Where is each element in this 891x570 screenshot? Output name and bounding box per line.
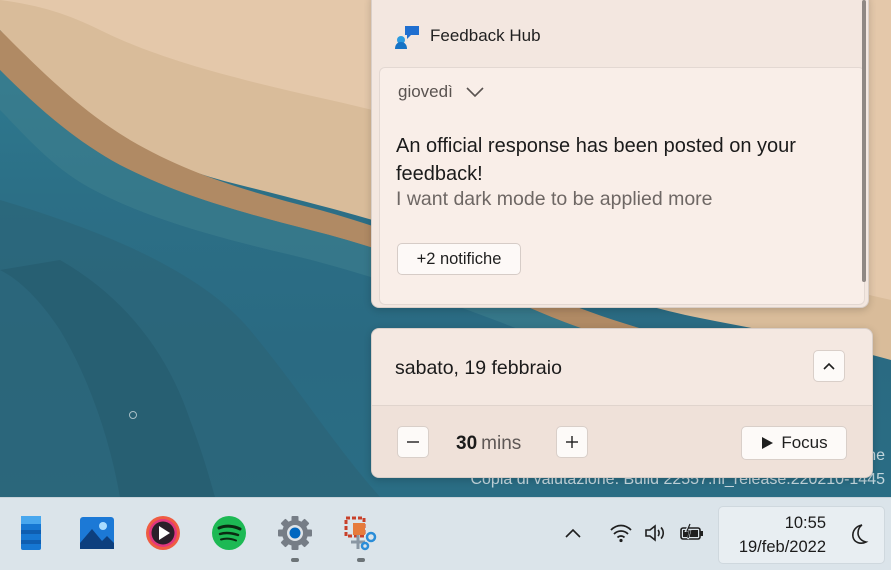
play-icon — [762, 437, 774, 449]
decrease-focus-button[interactable] — [397, 426, 429, 458]
more-notifications-button[interactable]: +2 notifiche — [397, 243, 521, 275]
settings-icon[interactable] — [275, 513, 315, 553]
taskbar: 10:55 19/feb/2022 — [0, 497, 891, 570]
notification-card[interactable]: giovedì An official response has been po… — [379, 67, 865, 305]
notification-app-header: Feedback Hub — [394, 23, 541, 49]
chevron-up-icon — [823, 362, 835, 370]
snipping-tool-icon[interactable] — [341, 513, 381, 553]
spotify-icon[interactable] — [209, 513, 249, 553]
media-player-icon[interactable] — [143, 513, 183, 553]
start-focus-button[interactable]: Focus — [741, 426, 847, 460]
widgets-icon[interactable] — [11, 513, 51, 553]
volume-icon[interactable] — [642, 520, 670, 546]
day-group-toggle[interactable]: giovedì — [398, 82, 485, 102]
plus-icon — [566, 436, 578, 448]
focus-button-label: Focus — [781, 433, 828, 452]
calendar-panel: sabato, 19 febbraio 30 mins Focus — [371, 328, 873, 478]
clock-time: 10:55 — [784, 514, 826, 532]
chevron-down-icon — [466, 87, 484, 98]
cursor-indicator — [129, 411, 137, 419]
day-label: giovedì — [398, 82, 453, 101]
settings-running-indicator — [291, 558, 299, 562]
calendar-date: sabato, 19 febbraio — [395, 357, 562, 379]
notification-scrollbar[interactable] — [862, 0, 866, 282]
snipping-tool-running-indicator — [357, 558, 365, 562]
photos-icon[interactable] — [77, 513, 117, 553]
minus-icon — [407, 441, 419, 443]
battery-charging-icon[interactable] — [678, 520, 706, 546]
wifi-icon[interactable] — [607, 520, 635, 546]
focus-duration-unit: mins — [481, 433, 522, 454]
chevron-up-icon[interactable] — [559, 520, 587, 546]
clock-date: 19/feb/2022 — [738, 538, 826, 556]
collapse-calendar-button[interactable] — [813, 350, 845, 382]
focus-session-row: 30 mins Focus — [372, 405, 872, 477]
focus-duration: 30 mins — [456, 433, 521, 455]
focus-assist-moon-icon — [852, 524, 869, 544]
feedback-hub-icon — [395, 26, 419, 49]
increase-focus-button[interactable] — [556, 426, 588, 458]
notification-title: An official response has been posted on … — [396, 135, 796, 185]
focus-duration-value: 30 — [456, 433, 478, 454]
clock-button[interactable]: 10:55 19/feb/2022 — [718, 506, 885, 564]
notification-center: Feedback Hub giovedì An official respons… — [371, 0, 869, 308]
app-name: Feedback Hub — [430, 26, 541, 45]
notification-body: I want dark mode to be applied more — [396, 188, 713, 210]
